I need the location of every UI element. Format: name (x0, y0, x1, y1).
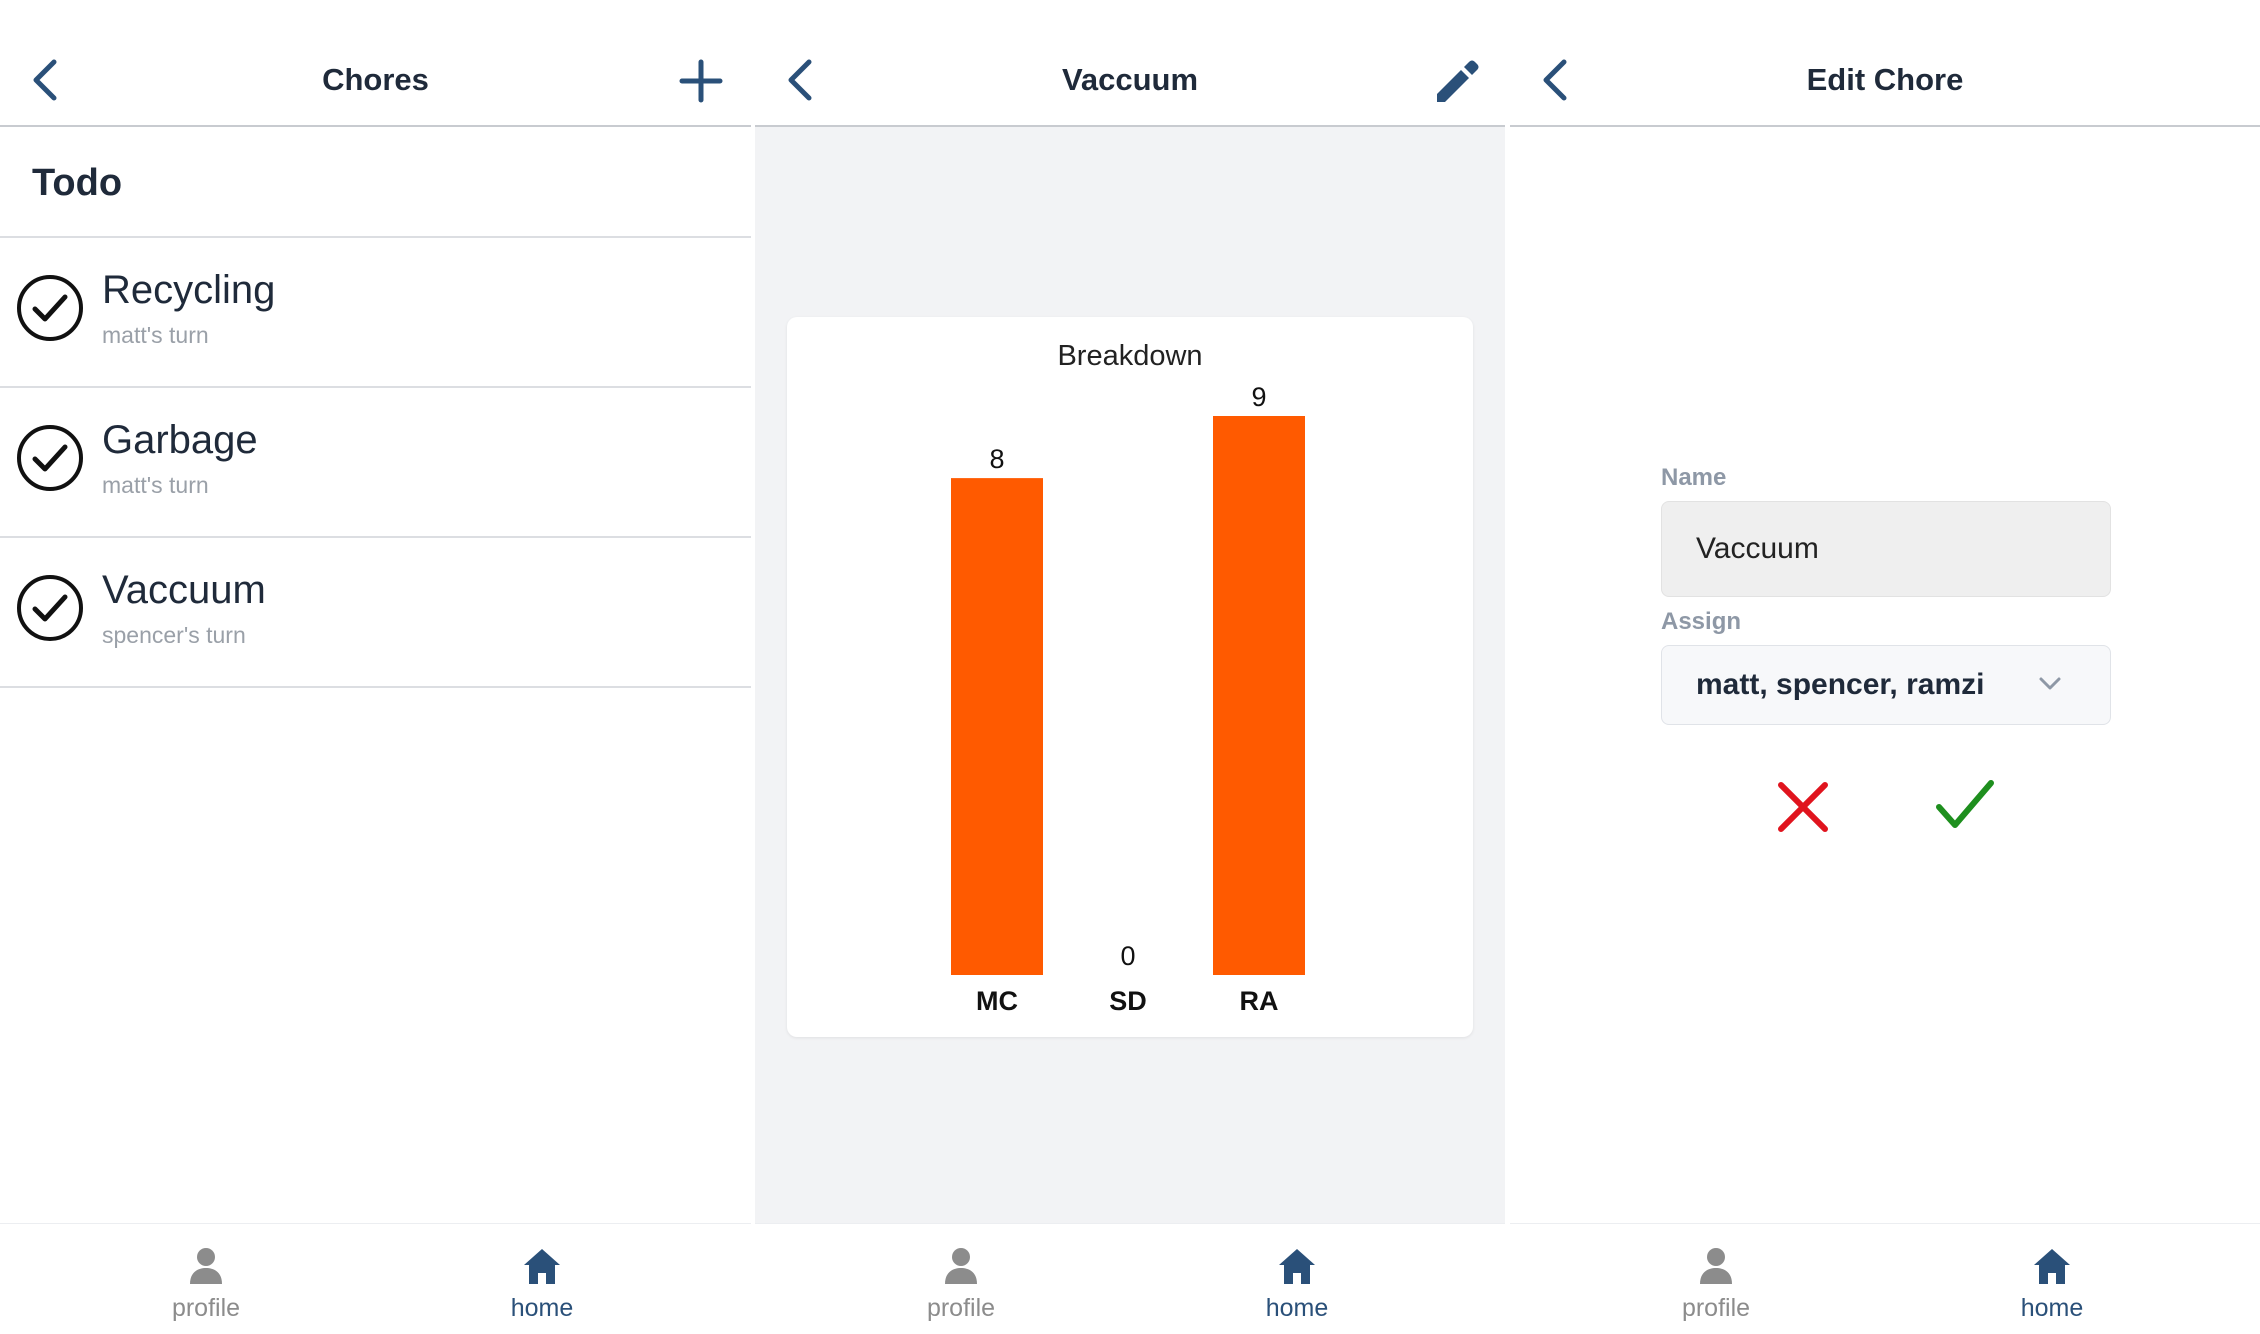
chore-detail-screen: Vaccuum Breakdown 8 MC 0 SD 9 RA profile home (755, 0, 1505, 1334)
list-item[interactable]: Recycling matt's turn (0, 238, 751, 388)
chart-value-label: 9 (1251, 382, 1266, 412)
name-input[interactable]: Vaccuum (1661, 501, 2111, 597)
chart-title: Breakdown (1057, 340, 1202, 372)
tab-profile[interactable]: profile (1646, 1224, 1786, 1334)
close-icon[interactable] (1773, 777, 1833, 837)
page-title: Vaccuum (1061, 62, 1199, 97)
page-title: Chores (322, 62, 429, 97)
nav-bar: Chores (0, 0, 751, 127)
person-icon (1700, 1248, 1732, 1284)
chores-list-screen: Chores Todo Recycling matt's turn Garbag… (0, 0, 751, 1334)
pencil-icon[interactable] (1431, 56, 1479, 106)
name-label: Name (1661, 464, 1727, 491)
divider (0, 686, 751, 688)
item-title: Vaccuum (102, 568, 266, 612)
chart-bar-ra (1213, 416, 1305, 975)
plus-icon[interactable] (677, 56, 725, 106)
chart-card: Breakdown 8 MC 0 SD 9 RA (787, 317, 1473, 1037)
tab-bar: profile home (0, 1223, 751, 1334)
list-item[interactable]: Garbage matt's turn (0, 388, 751, 538)
home-icon (1279, 1249, 1315, 1284)
bar-chart: Breakdown 8 MC 0 SD 9 RA (951, 340, 1305, 1016)
tab-label: home (510, 1294, 574, 1322)
tab-label: profile (1681, 1294, 1751, 1322)
chart-category-label: SD (1109, 986, 1147, 1016)
list-item[interactable]: Vaccuum spencer's turn (0, 538, 751, 688)
page-title: Edit Chore (1806, 62, 1964, 97)
tab-home[interactable]: home (472, 1224, 612, 1334)
check-circle-icon[interactable] (16, 274, 84, 342)
item-subtitle: matt's turn (102, 472, 209, 498)
assign-select-value: matt, spencer, ramzi (1696, 668, 1985, 701)
tab-bar: profile home (755, 1223, 1505, 1334)
tab-home[interactable]: home (1227, 1224, 1367, 1334)
chart-category-label: MC (976, 986, 1018, 1016)
chart-value-label: 8 (989, 444, 1004, 474)
checkmark-icon[interactable] (1935, 775, 1995, 835)
tab-label: home (2020, 1294, 2084, 1322)
item-title: Recycling (102, 268, 276, 312)
section-title: Todo (32, 162, 123, 204)
edit-chore-screen: Edit Chore Name Vaccuum Assign matt, spe… (1510, 0, 2260, 1334)
person-icon (945, 1248, 977, 1284)
person-icon (190, 1248, 222, 1284)
item-subtitle: spencer's turn (102, 622, 246, 648)
nav-bar: Edit Chore (1510, 0, 2260, 127)
item-title: Garbage (102, 418, 258, 462)
chart-value-label: 0 (1120, 941, 1135, 971)
chart-category-label: RA (1240, 986, 1279, 1016)
chart-bar-mc (951, 478, 1043, 975)
tab-bar: profile home (1510, 1223, 2260, 1334)
assign-label: Assign (1661, 608, 1742, 635)
home-icon (524, 1249, 560, 1284)
tab-label: home (1265, 1294, 1329, 1322)
tab-profile[interactable]: profile (136, 1224, 276, 1334)
check-circle-icon[interactable] (16, 424, 84, 492)
name-input-value: Vaccuum (1696, 532, 1819, 565)
tab-label: profile (926, 1294, 996, 1322)
assign-select[interactable]: matt, spencer, ramzi (1661, 645, 2111, 725)
tab-profile[interactable]: profile (891, 1224, 1031, 1334)
check-circle-icon[interactable] (16, 574, 84, 642)
nav-bar: Vaccuum (755, 0, 1505, 127)
item-subtitle: matt's turn (102, 322, 209, 348)
tab-label: profile (171, 1294, 241, 1322)
home-icon (2034, 1249, 2070, 1284)
tab-home[interactable]: home (1982, 1224, 2122, 1334)
chevron-down-icon (2039, 677, 2061, 690)
screen-divider (1505, 0, 1509, 1334)
